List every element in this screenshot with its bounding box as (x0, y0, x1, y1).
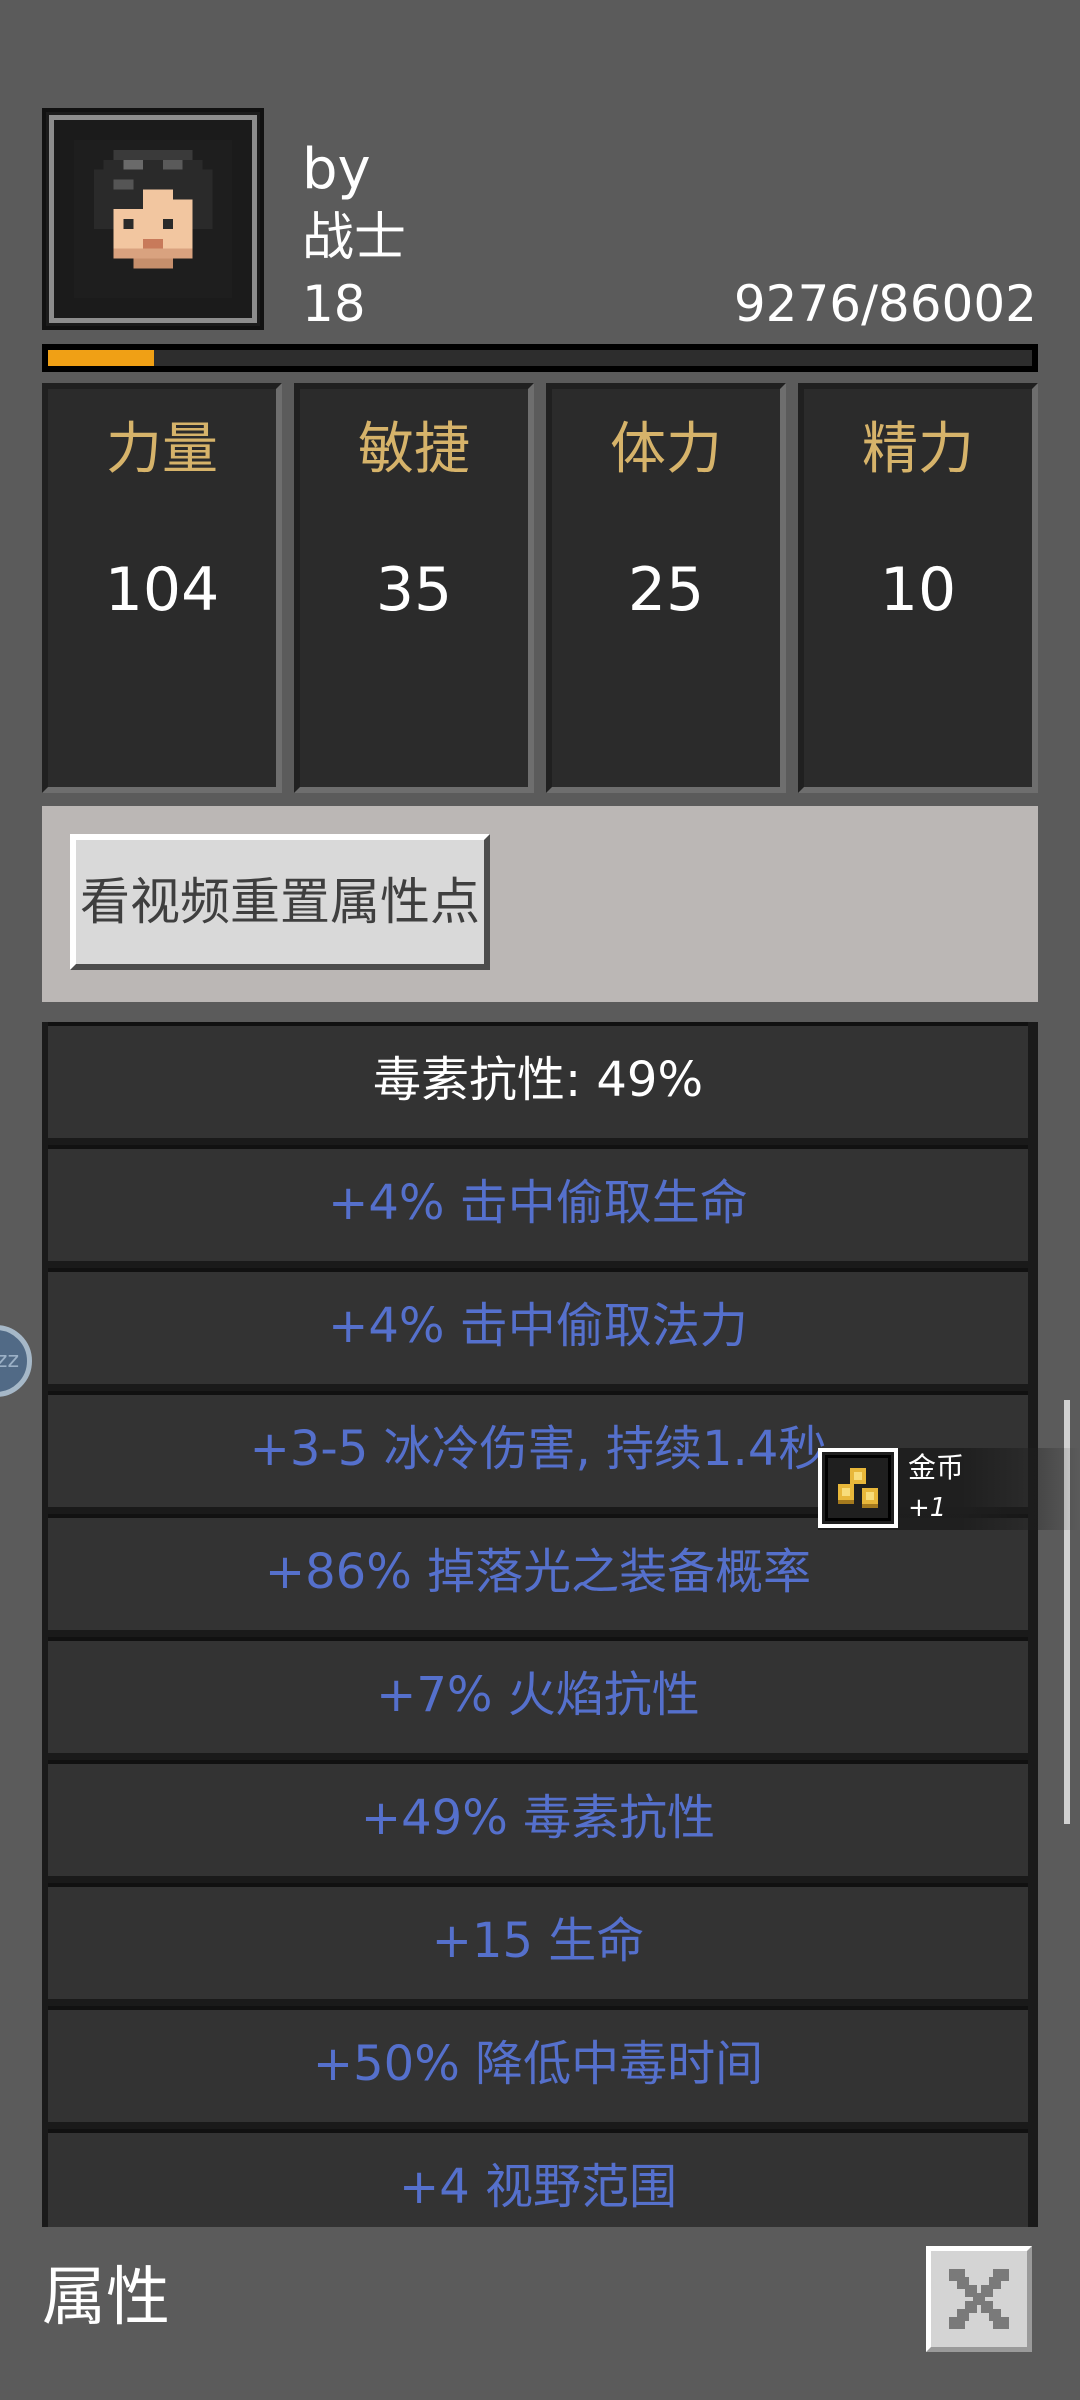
stat-dexterity: 敏捷 35 (294, 383, 534, 793)
reset-attributes-button[interactable]: 看视频重置属性点 (70, 834, 490, 970)
close-x-icon (949, 2269, 1009, 2329)
stat-label: 力量 (106, 417, 218, 482)
panel-title: 属性 (42, 2261, 170, 2335)
experience-bar-fill (48, 350, 155, 366)
attribute-row: +4% 击中偷取生命 (48, 1145, 1028, 1261)
experience-bar (42, 344, 1038, 372)
stat-vitality: 体力 25 (546, 383, 786, 793)
reset-panel: 看视频重置属性点 (42, 806, 1038, 1002)
loot-notification: 金币 +1 (818, 1448, 1080, 1530)
stat-value: 104 (104, 555, 220, 625)
stat-panel: 力量 104 敏捷 35 体力 25 精力 10 (42, 383, 1038, 793)
attribute-row: +4 视野范围 (48, 2129, 1028, 2227)
player-class: 战士 (302, 208, 407, 268)
stat-label: 精力 (862, 417, 974, 482)
player-name: by (302, 137, 371, 202)
stat-label: 敏捷 (358, 417, 470, 482)
stat-value: 25 (627, 555, 705, 625)
character-portrait (42, 108, 264, 330)
stat-strength: 力量 104 (42, 383, 282, 793)
gold-coins-icon (818, 1448, 898, 1528)
player-level: 18 (302, 275, 366, 333)
attribute-row: +4% 击中偷取法力 (48, 1268, 1028, 1384)
floating-sleep-bubble[interactable]: zz (0, 1325, 32, 1397)
experience-bar-track (48, 350, 1032, 366)
attribute-row: +15 生命 (48, 1883, 1028, 1999)
attribute-row: +7% 火焰抗性 (48, 1637, 1028, 1753)
loot-item-name: 金币 (908, 1451, 965, 1484)
close-button[interactable] (926, 2246, 1032, 2352)
attribute-row: +50% 降低中毒时间 (48, 2006, 1028, 2122)
attribute-row: +86% 掉落光之装备概率 (48, 1514, 1028, 1630)
attribute-summary-row: 毒素抗性: 49% (48, 1022, 1028, 1138)
loot-item-amount: +1 (908, 1493, 947, 1523)
stat-value: 10 (879, 555, 957, 625)
experience-text: 9276/86002 (733, 275, 1037, 333)
stat-energy: 精力 10 (798, 383, 1038, 793)
warrior-portrait-icon (74, 140, 232, 298)
stat-value: 35 (375, 555, 453, 625)
attribute-row: +49% 毒素抗性 (48, 1760, 1028, 1876)
attribute-list[interactable]: 毒素抗性: 49% +4% 击中偷取生命 +4% 击中偷取法力 +3-5 冰冷伤… (42, 1022, 1038, 2227)
stat-label: 体力 (610, 417, 722, 482)
